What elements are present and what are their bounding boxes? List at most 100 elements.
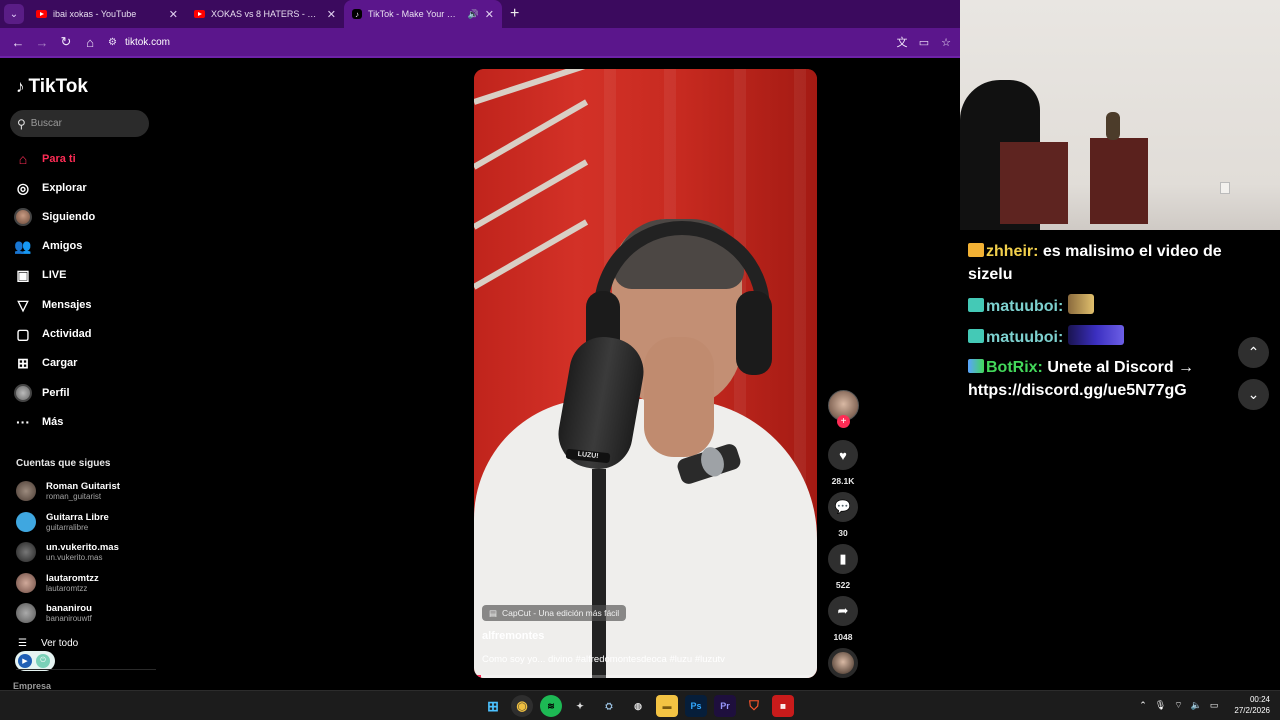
nav-perfil[interactable]: Perfil (14, 384, 70, 402)
speaker-icon[interactable]: 🔊 (468, 9, 479, 20)
chevron-up-icon[interactable]: ⌃ (1139, 700, 1147, 711)
tab-tiktok[interactable]: ♪ TikTok - Make Your Day 🔊 ✕ (344, 0, 502, 28)
account-handle: bananirouwtf (46, 614, 92, 623)
account-name: Guitarra Libre (46, 512, 109, 523)
capcut-badge[interactable]: ▤ CapCut - Una edición más fácil (482, 605, 627, 621)
close-icon[interactable]: ✕ (485, 8, 494, 21)
share-count: 1048 (833, 632, 853, 642)
home-button[interactable]: ⌂ (78, 30, 102, 54)
followed-account[interactable]: lautaromtzz lautaromtzz (16, 573, 99, 593)
subscriber-badge (968, 298, 984, 312)
followed-account[interactable]: Guitarra Libre guitarralibre (16, 512, 109, 532)
chat-username: BotRix: (986, 359, 1043, 376)
spotify-icon[interactable]: ≋ (540, 695, 562, 717)
site-settings-icon[interactable]: ⚙ (108, 37, 117, 48)
new-tab-button[interactable]: + (510, 5, 519, 23)
nav-label: Perfil (42, 387, 70, 399)
figurine (1106, 112, 1120, 140)
tab-ibai-xokas[interactable]: ibai xokas - YouTube ✕ (28, 0, 186, 28)
reload-button[interactable]: ↻ (54, 30, 78, 54)
scroll-down-button[interactable]: ⌄ (1238, 379, 1269, 410)
nav-para-ti[interactable]: ⌂ Para ti (14, 150, 76, 168)
video-caption[interactable]: Como soy yo... divino #alfredomontesdeoc… (482, 654, 725, 665)
divider (16, 669, 156, 670)
tiktok-logo[interactable]: ♪ TikTok (16, 76, 88, 98)
video-author[interactable]: alfremontes (482, 630, 544, 642)
nav-cargar[interactable]: ⊞ Cargar (14, 354, 77, 372)
upload-icon: ⊞ (17, 354, 29, 371)
heart-icon: ♥ (839, 447, 847, 463)
tab-xokas-haters[interactable]: XOKAS vs 8 HATERS - YouTube ✕ (186, 0, 344, 28)
nav-actividad[interactable]: ▢ Actividad (14, 325, 91, 343)
nav-explorar[interactable]: ◎ Explorar (14, 179, 87, 197)
tab-label: XOKAS vs 8 HATERS - YouTube (211, 9, 321, 19)
microphone-icon[interactable]: 🎙 (1155, 700, 1166, 711)
account-handle: roman_guitarist (46, 492, 102, 501)
followed-account[interactable]: bananirou bananirouwtf (16, 603, 92, 623)
account-name: bananirou (46, 603, 92, 614)
account-handle: un.vukerito.mas (46, 553, 103, 562)
video-progress-bar[interactable] (474, 675, 817, 678)
logo-text: TikTok (28, 76, 88, 97)
extension-toggle[interactable]: ▶ ⏻ (15, 651, 55, 671)
tiktok-sidebar: ♪ TikTok ⚲ Buscar ⌂ Para ti ◎ Explorar S… (0, 58, 160, 691)
tiktok-note-icon: ♪ (16, 77, 25, 96)
obs-icon[interactable]: ◍ (627, 695, 649, 717)
followed-account[interactable]: un.vukerito.mas un.vukerito.mas (16, 542, 119, 562)
forward-button[interactable]: → (30, 30, 54, 54)
nav-siguiendo[interactable]: Siguiendo (14, 208, 95, 226)
nav-label: Cargar (42, 357, 78, 369)
nav-mas[interactable]: ··· Más (14, 413, 63, 431)
tab-search-button[interactable]: ⌄ (4, 4, 24, 24)
premiere-icon[interactable]: Pr (714, 695, 736, 717)
nav-label: LIVE (42, 269, 67, 281)
account-handle: guitarralibre (46, 523, 89, 532)
nav-live[interactable]: ▣ LIVE (14, 266, 66, 284)
cast-icon[interactable]: ▭ (916, 34, 932, 50)
close-icon[interactable]: ✕ (327, 8, 336, 21)
back-button[interactable]: ← (6, 30, 30, 54)
scroll-up-button[interactable]: ⌃ (1238, 337, 1269, 368)
video-progress-fill (474, 675, 481, 678)
volume-icon[interactable]: 🔈 (1191, 700, 1202, 711)
nav-amigos[interactable]: 👥 Amigos (14, 237, 82, 255)
translate-icon[interactable]: 文 (894, 34, 910, 50)
save-button[interactable]: ▮ (828, 544, 858, 574)
nav-mensajes[interactable]: ▽ Mensajes (14, 296, 92, 314)
app-icon[interactable]: ✦ (569, 695, 591, 717)
like-button[interactable]: ♥ (828, 440, 858, 470)
search-input[interactable]: ⚲ Buscar (10, 110, 149, 137)
bookmark-star-icon[interactable]: ☆ (938, 34, 954, 50)
avatar (14, 384, 32, 402)
nav-label: Siguiendo (42, 211, 96, 223)
windows-start-icon[interactable]: ⊞ (482, 695, 504, 717)
avatar (14, 208, 32, 226)
brave-icon[interactable]: ⛉ (743, 695, 765, 717)
like-count: 28.1K (831, 476, 855, 486)
url-field[interactable]: ⚙ tiktok.com (108, 37, 894, 48)
music-disc-avatar[interactable] (828, 648, 858, 678)
wall-outlet (1220, 182, 1230, 194)
close-icon[interactable]: ✕ (169, 8, 178, 21)
folder-icon[interactable]: ▬ (656, 695, 678, 717)
chrome-icon[interactable]: ◉ (511, 695, 533, 717)
list-icon: ☰ (18, 638, 27, 649)
tab-label: ibai xokas - YouTube (53, 9, 137, 19)
more-icon: ··· (16, 414, 30, 430)
share-button[interactable]: ➦ (828, 596, 858, 626)
comment-button[interactable]: 💬 (828, 492, 858, 522)
wifi-icon[interactable]: ⌔ (1174, 700, 1182, 711)
video-player[interactable]: LUZU! ▤ CapCut - Una edición más fácil a… (474, 69, 817, 678)
photoshop-icon[interactable]: Ps (685, 695, 707, 717)
see-all-button[interactable]: ☰ Ver todo (18, 638, 78, 649)
follow-plus-button[interactable]: + (837, 415, 850, 428)
taskbar: ⊞ ◉ ≋ ✦ ⛭ ◍ ▬ Ps Pr ⛉ ▦ ⌃ 🎙 ⌔ 🔈 ▭ 00:24 … (0, 690, 1280, 720)
steam-icon[interactable]: ⛭ (598, 695, 620, 717)
account-handle: lautaromtzz (46, 584, 88, 593)
followed-account[interactable]: Roman Guitarist roman_guitarist (16, 481, 120, 501)
battery-icon[interactable]: ▭ (1210, 700, 1219, 711)
share-action: ➦ 1048 (828, 596, 858, 642)
clock[interactable]: 00:24 27/2/2026 (1234, 694, 1270, 716)
avatar (16, 512, 36, 532)
capture-app-icon[interactable]: ▦ (772, 695, 794, 717)
